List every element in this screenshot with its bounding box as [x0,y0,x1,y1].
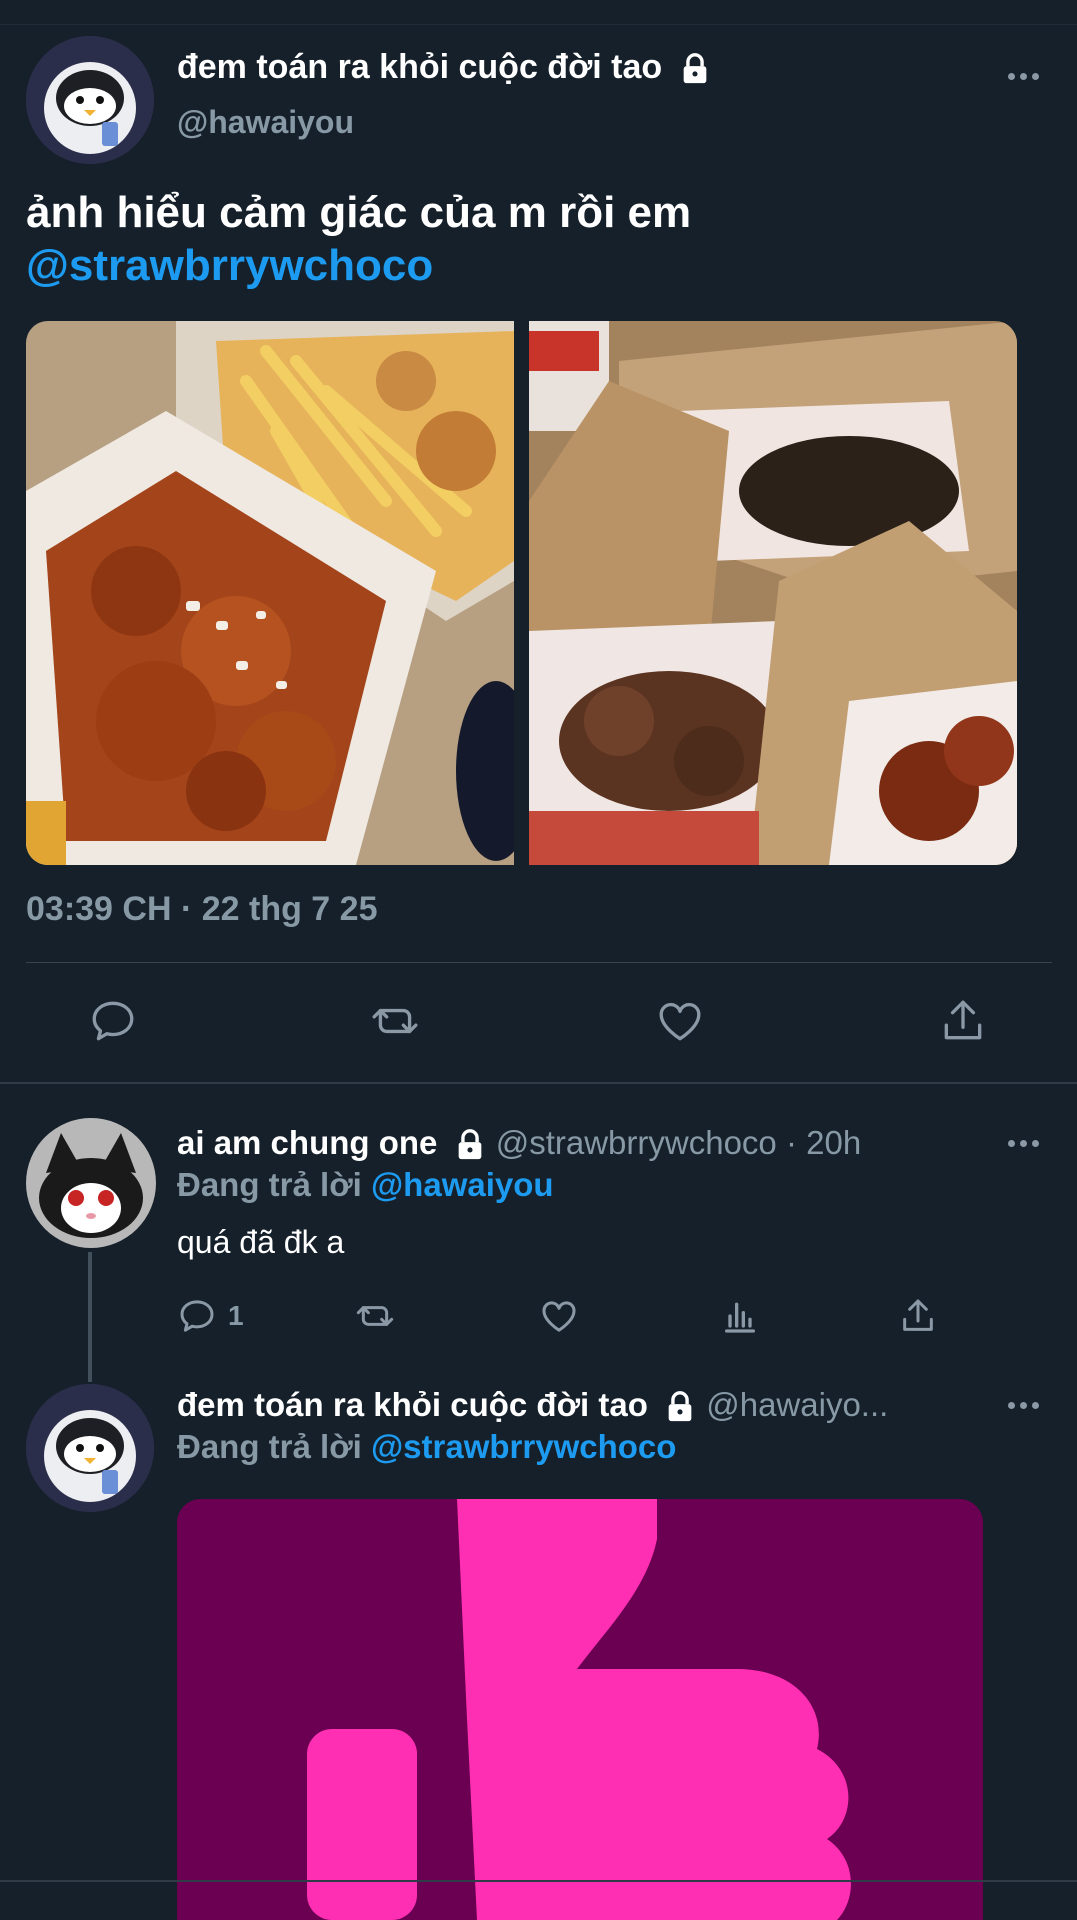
tweet-photo-1[interactable] [26,321,514,865]
reply-media[interactable] [177,1499,983,1920]
tweet-divider [0,1082,1077,1084]
share-icon[interactable] [898,1296,938,1336]
reply-author-name[interactable]: đem toán ra khỏi cuộc đời tao [177,1386,648,1423]
thread-line [88,1252,92,1382]
like-icon[interactable] [655,996,705,1046]
tweet-timestamp[interactable]: 03:39 CH · 22 thg 7 25 [26,890,377,929]
lock-icon [668,1391,692,1422]
analytics-icon[interactable] [720,1296,760,1336]
reply-author-line: ai am chung one @strawbrrywchoco · 20h [177,1124,861,1162]
penguin-avatar-image [26,1384,154,1512]
more-icon[interactable] [1008,1402,1039,1409]
cat-avatar-image [26,1118,156,1248]
reply-author-name[interactable]: ai am chung one [177,1124,437,1161]
reply-icon[interactable] [177,1296,217,1336]
share-icon[interactable] [938,996,988,1046]
reply-text: quá đã đk a [177,1224,345,1260]
tweet-text: ảnh hiểu cảm giác của m rồi em @strawbrr… [26,186,1046,292]
retweet-icon[interactable] [370,996,420,1046]
replying-mention[interactable]: @hawaiyou [371,1166,554,1203]
penguin-avatar-image [26,36,154,164]
author-handle[interactable]: @hawaiyou [177,104,354,141]
tweet-body: ảnh hiểu cảm giác của m rồi em [26,188,692,237]
author-name-text: đem toán ra khỏi cuộc đời tao [177,48,663,86]
thumbs-up-image [177,1499,983,1920]
tweet-mention[interactable]: @strawbrrywchoco [26,239,1046,292]
author-name[interactable]: đem toán ra khỏi cuộc đời tao [177,48,712,87]
author-avatar[interactable] [26,36,154,164]
replying-to-line: Đang trả lời @strawbrrywchoco [177,1428,676,1466]
reply-meta[interactable]: @strawbrrywchoco · 20h [496,1124,861,1161]
reply-icon[interactable] [88,996,138,1046]
more-icon[interactable] [1008,1140,1039,1147]
replying-mention[interactable]: @strawbrrywchoco [371,1428,676,1465]
top-border [0,24,1077,25]
more-icon[interactable] [1008,73,1039,80]
tweet-photo-2[interactable] [529,321,1017,865]
lock-icon [683,53,706,84]
replying-label: Đang trả lời [177,1166,362,1203]
reply-author-line: đem toán ra khỏi cuộc đời tao @hawaiyo..… [177,1386,888,1424]
fried-chicken-photo [26,321,514,865]
timestamp-divider [26,962,1052,963]
reply-meta[interactable]: @hawaiyo... [706,1386,888,1423]
lock-icon [458,1129,481,1160]
bottom-divider [0,1880,1077,1882]
replying-label: Đang trả lời [177,1428,362,1465]
retweet-icon[interactable] [355,1296,395,1336]
reply-count: 1 [228,1300,244,1331]
like-icon[interactable] [539,1296,579,1336]
replying-to-line: Đang trả lời @hawaiyou [177,1166,554,1204]
reply-avatar[interactable] [26,1118,156,1248]
reply-avatar[interactable] [26,1384,154,1512]
takeout-boxes-photo [529,321,1017,865]
